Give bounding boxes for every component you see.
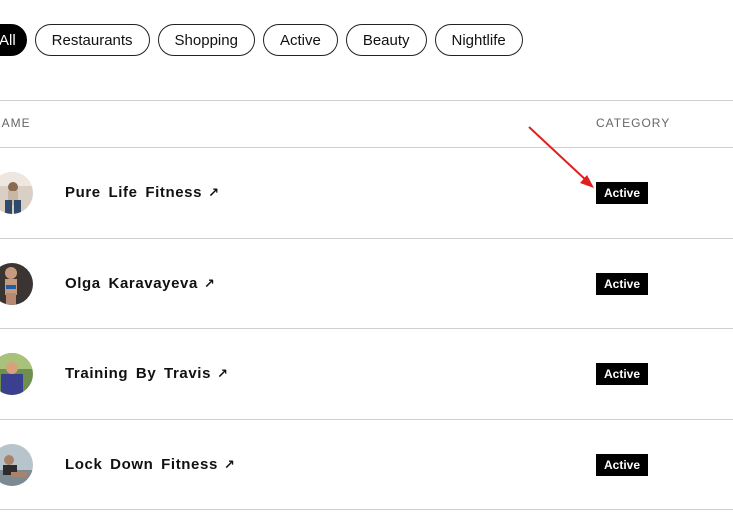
avatar [0, 353, 33, 395]
table-row[interactable]: Pure Life Fitness ↗ Active [0, 148, 733, 238]
external-link-icon: ↗ [208, 184, 220, 200]
table-row[interactable]: Lock Down Fitness ↗ Active [0, 420, 733, 510]
filter-chip-active[interactable]: Active [262, 24, 338, 56]
business-name: Olga Karavayeva [65, 275, 198, 292]
filter-chip-nightlife[interactable]: Nightlife [434, 24, 523, 56]
avatar [0, 172, 33, 214]
filter-chip-beauty[interactable]: Beauty [345, 24, 427, 56]
category-badge: Active [596, 182, 648, 204]
category-badge: Active [596, 454, 648, 476]
table-row[interactable]: Olga Karavayeva ↗ Active [0, 239, 733, 329]
business-name-link[interactable]: Lock Down Fitness ↗ [65, 456, 235, 473]
column-header-category[interactable]: CATEGORY [596, 116, 670, 130]
business-name: Training By Travis [65, 365, 212, 382]
category-badge: Active [596, 273, 648, 295]
row-divider [0, 509, 733, 510]
business-name-link[interactable]: Training By Travis ↗ [65, 365, 229, 382]
business-name-link[interactable]: Olga Karavayeva ↗ [65, 275, 215, 292]
category-filter-bar: All Restaurants Shopping Active Beauty N… [0, 24, 523, 56]
table-top-divider [0, 100, 733, 101]
external-link-icon: ↗ [217, 365, 229, 381]
avatar [0, 444, 33, 486]
external-link-icon: ↗ [203, 275, 216, 291]
filter-chip-shopping[interactable]: Shopping [157, 24, 255, 56]
business-name: Pure Life Fitness [65, 184, 203, 201]
filter-chip-restaurants[interactable]: Restaurants [34, 24, 150, 56]
table-row[interactable]: Training By Travis ↗ Active [0, 329, 733, 419]
business-name: Lock Down Fitness [65, 456, 218, 473]
filter-chip-all[interactable]: All [0, 24, 27, 56]
column-header-name[interactable]: NAME [0, 116, 31, 130]
avatar [0, 263, 33, 305]
business-name-link[interactable]: Pure Life Fitness ↗ [65, 184, 220, 201]
category-badge: Active [596, 363, 648, 385]
external-link-icon: ↗ [223, 456, 236, 472]
